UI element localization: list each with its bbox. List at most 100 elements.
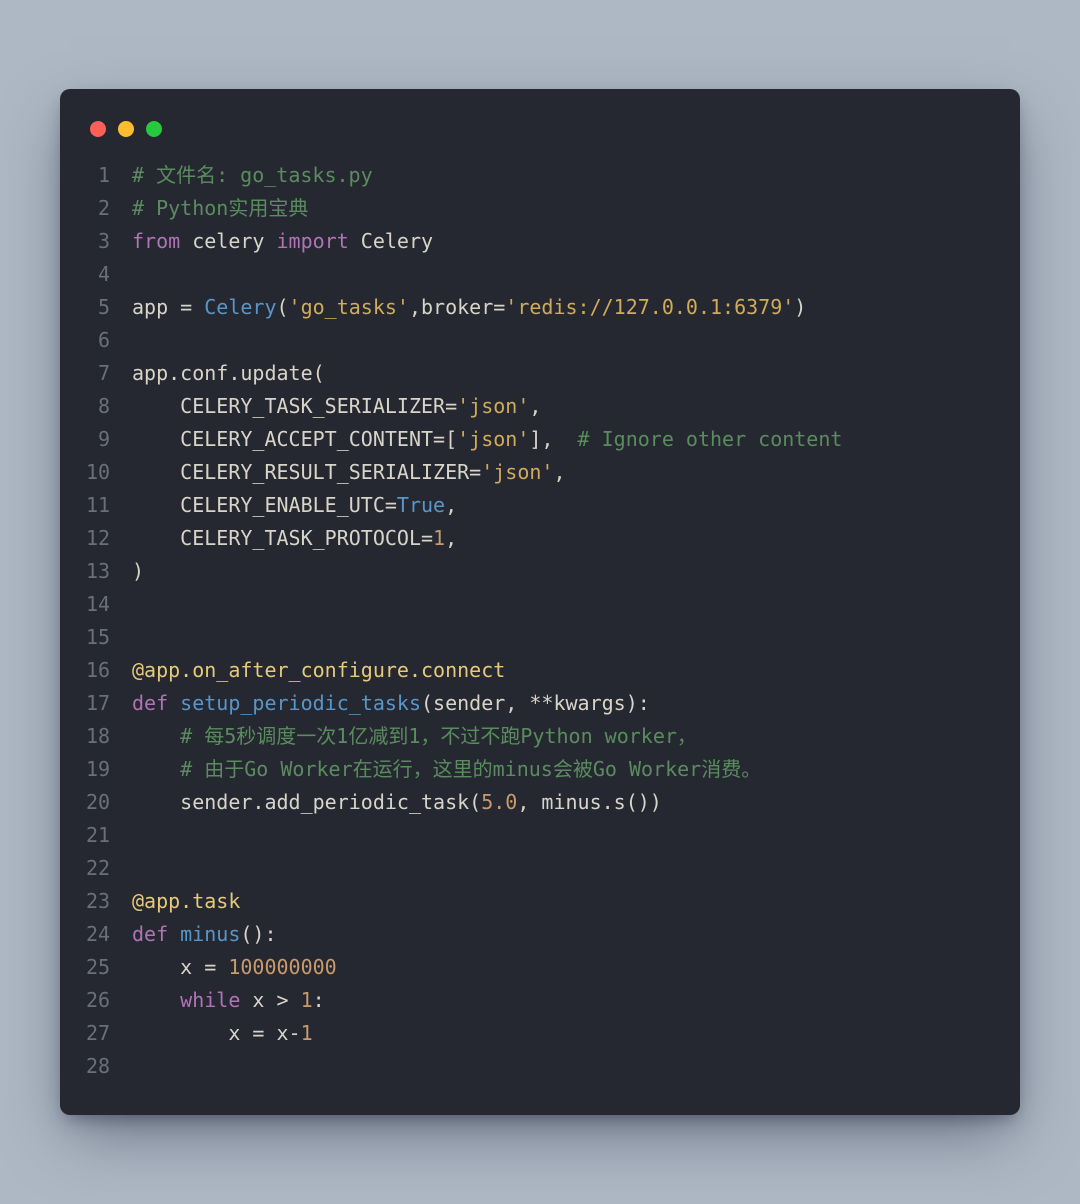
code-line[interactable]: 20 sender.add_periodic_task(5.0, minus.s… <box>86 786 994 819</box>
line-number: 10 <box>86 456 132 489</box>
code-token: minus <box>180 922 240 946</box>
line-content[interactable]: CELERY_ENABLE_UTC=True, <box>132 489 994 522</box>
line-content[interactable]: CELERY_RESULT_SERIALIZER='json', <box>132 456 994 489</box>
line-content[interactable]: # 由于Go Worker在运行，这里的minus会被Go Worker消费。 <box>132 753 994 786</box>
line-content[interactable] <box>132 819 994 852</box>
line-number: 21 <box>86 819 132 852</box>
minimize-traffic-light-icon[interactable] <box>118 121 134 137</box>
line-content[interactable] <box>132 324 994 357</box>
line-number: 18 <box>86 720 132 753</box>
code-token: CELERY_RESULT_SERIALIZER= <box>132 460 481 484</box>
line-content[interactable]: x = x-1 <box>132 1017 994 1050</box>
code-token: 1 <box>301 988 313 1012</box>
line-number: 9 <box>86 423 132 456</box>
code-window: 1# 文件名: go_tasks.py2# Python实用宝典3from ce… <box>60 89 1020 1115</box>
code-line[interactable]: 15 <box>86 621 994 654</box>
code-token: 'redis://127.0.0.1:6379' <box>505 295 794 319</box>
code-token <box>132 988 180 1012</box>
line-content[interactable]: # 每5秒调度一次1亿减到1，不过不跑Python worker， <box>132 720 994 753</box>
code-token: , <box>445 526 457 550</box>
code-token: def <box>132 691 168 715</box>
line-content[interactable] <box>132 1050 994 1083</box>
code-token: app = <box>132 295 204 319</box>
code-line[interactable]: 18 # 每5秒调度一次1亿减到1，不过不跑Python worker， <box>86 720 994 753</box>
code-editor[interactable]: 1# 文件名: go_tasks.py2# Python实用宝典3from ce… <box>86 159 994 1083</box>
line-content[interactable]: # Python实用宝典 <box>132 192 994 225</box>
line-content[interactable] <box>132 621 994 654</box>
code-line[interactable]: 24def minus(): <box>86 918 994 951</box>
line-number: 1 <box>86 159 132 192</box>
line-content[interactable]: # 文件名: go_tasks.py <box>132 159 994 192</box>
code-line[interactable]: 13) <box>86 555 994 588</box>
code-line[interactable]: 23@app.task <box>86 885 994 918</box>
code-line[interactable]: 22 <box>86 852 994 885</box>
code-token: CELERY_TASK_SERIALIZER= <box>132 394 457 418</box>
code-line[interactable]: 27 x = x-1 <box>86 1017 994 1050</box>
code-line[interactable]: 12 CELERY_TASK_PROTOCOL=1, <box>86 522 994 555</box>
code-line[interactable]: 9 CELERY_ACCEPT_CONTENT=['json'], # Igno… <box>86 423 994 456</box>
line-content[interactable]: x = 100000000 <box>132 951 994 984</box>
line-number: 27 <box>86 1017 132 1050</box>
code-line[interactable]: 26 while x > 1: <box>86 984 994 1017</box>
line-content[interactable] <box>132 852 994 885</box>
code-token: ,broker= <box>409 295 505 319</box>
code-token: 1 <box>433 526 445 550</box>
line-content[interactable] <box>132 588 994 621</box>
line-content[interactable]: sender.add_periodic_task(5.0, minus.s()) <box>132 786 994 819</box>
code-token: # 文件名: go_tasks.py <box>132 163 373 187</box>
line-content[interactable]: CELERY_TASK_SERIALIZER='json', <box>132 390 994 423</box>
code-line[interactable]: 3from celery import Celery <box>86 225 994 258</box>
line-content[interactable]: CELERY_ACCEPT_CONTENT=['json'], # Ignore… <box>132 423 994 456</box>
code-token: from <box>132 229 180 253</box>
line-content[interactable]: app.conf.update( <box>132 357 994 390</box>
zoom-traffic-light-icon[interactable] <box>146 121 162 137</box>
code-line[interactable]: 17def setup_periodic_tasks(sender, **kwa… <box>86 687 994 720</box>
code-token: sender.add_periodic_task( <box>132 790 481 814</box>
line-number: 5 <box>86 291 132 324</box>
code-line[interactable]: 28 <box>86 1050 994 1083</box>
line-content[interactable]: @app.on_after_configure.connect <box>132 654 994 687</box>
line-content[interactable]: def setup_periodic_tasks(sender, **kwarg… <box>132 687 994 720</box>
code-line[interactable]: 16@app.on_after_configure.connect <box>86 654 994 687</box>
line-content[interactable]: def minus(): <box>132 918 994 951</box>
code-line[interactable]: 8 CELERY_TASK_SERIALIZER='json', <box>86 390 994 423</box>
line-content[interactable]: ) <box>132 555 994 588</box>
line-number: 25 <box>86 951 132 984</box>
line-number: 11 <box>86 489 132 522</box>
code-line[interactable]: 7app.conf.update( <box>86 357 994 390</box>
line-content[interactable]: CELERY_TASK_PROTOCOL=1, <box>132 522 994 555</box>
code-token: # 每5秒调度一次1亿减到1，不过不跑Python worker， <box>180 724 697 748</box>
code-token: , <box>553 460 565 484</box>
code-token: Celery <box>204 295 276 319</box>
code-token: # 由于Go Worker在运行，这里的minus会被Go Worker消费。 <box>180 757 761 781</box>
line-number: 4 <box>86 258 132 291</box>
code-line[interactable]: 10 CELERY_RESULT_SERIALIZER='json', <box>86 456 994 489</box>
code-line[interactable]: 2# Python实用宝典 <box>86 192 994 225</box>
code-token: while <box>180 988 240 1012</box>
line-content[interactable]: app = Celery('go_tasks',broker='redis://… <box>132 291 994 324</box>
line-content[interactable]: while x > 1: <box>132 984 994 1017</box>
line-content[interactable]: from celery import Celery <box>132 225 994 258</box>
code-token: (): <box>240 922 276 946</box>
code-line[interactable]: 6 <box>86 324 994 357</box>
code-line[interactable]: 1# 文件名: go_tasks.py <box>86 159 994 192</box>
code-token: app.conf.update( <box>132 361 325 385</box>
code-line[interactable]: 5app = Celery('go_tasks',broker='redis:/… <box>86 291 994 324</box>
code-line[interactable]: 11 CELERY_ENABLE_UTC=True, <box>86 489 994 522</box>
code-line[interactable]: 21 <box>86 819 994 852</box>
line-number: 26 <box>86 984 132 1017</box>
line-number: 19 <box>86 753 132 786</box>
line-content[interactable]: @app.task <box>132 885 994 918</box>
line-number: 13 <box>86 555 132 588</box>
line-number: 23 <box>86 885 132 918</box>
close-traffic-light-icon[interactable] <box>90 121 106 137</box>
code-line[interactable]: 19 # 由于Go Worker在运行，这里的minus会被Go Worker消… <box>86 753 994 786</box>
code-line[interactable]: 14 <box>86 588 994 621</box>
line-number: 8 <box>86 390 132 423</box>
line-number: 17 <box>86 687 132 720</box>
code-token <box>132 757 180 781</box>
line-content[interactable] <box>132 258 994 291</box>
code-token: @app.task <box>132 889 240 913</box>
code-line[interactable]: 25 x = 100000000 <box>86 951 994 984</box>
code-line[interactable]: 4 <box>86 258 994 291</box>
